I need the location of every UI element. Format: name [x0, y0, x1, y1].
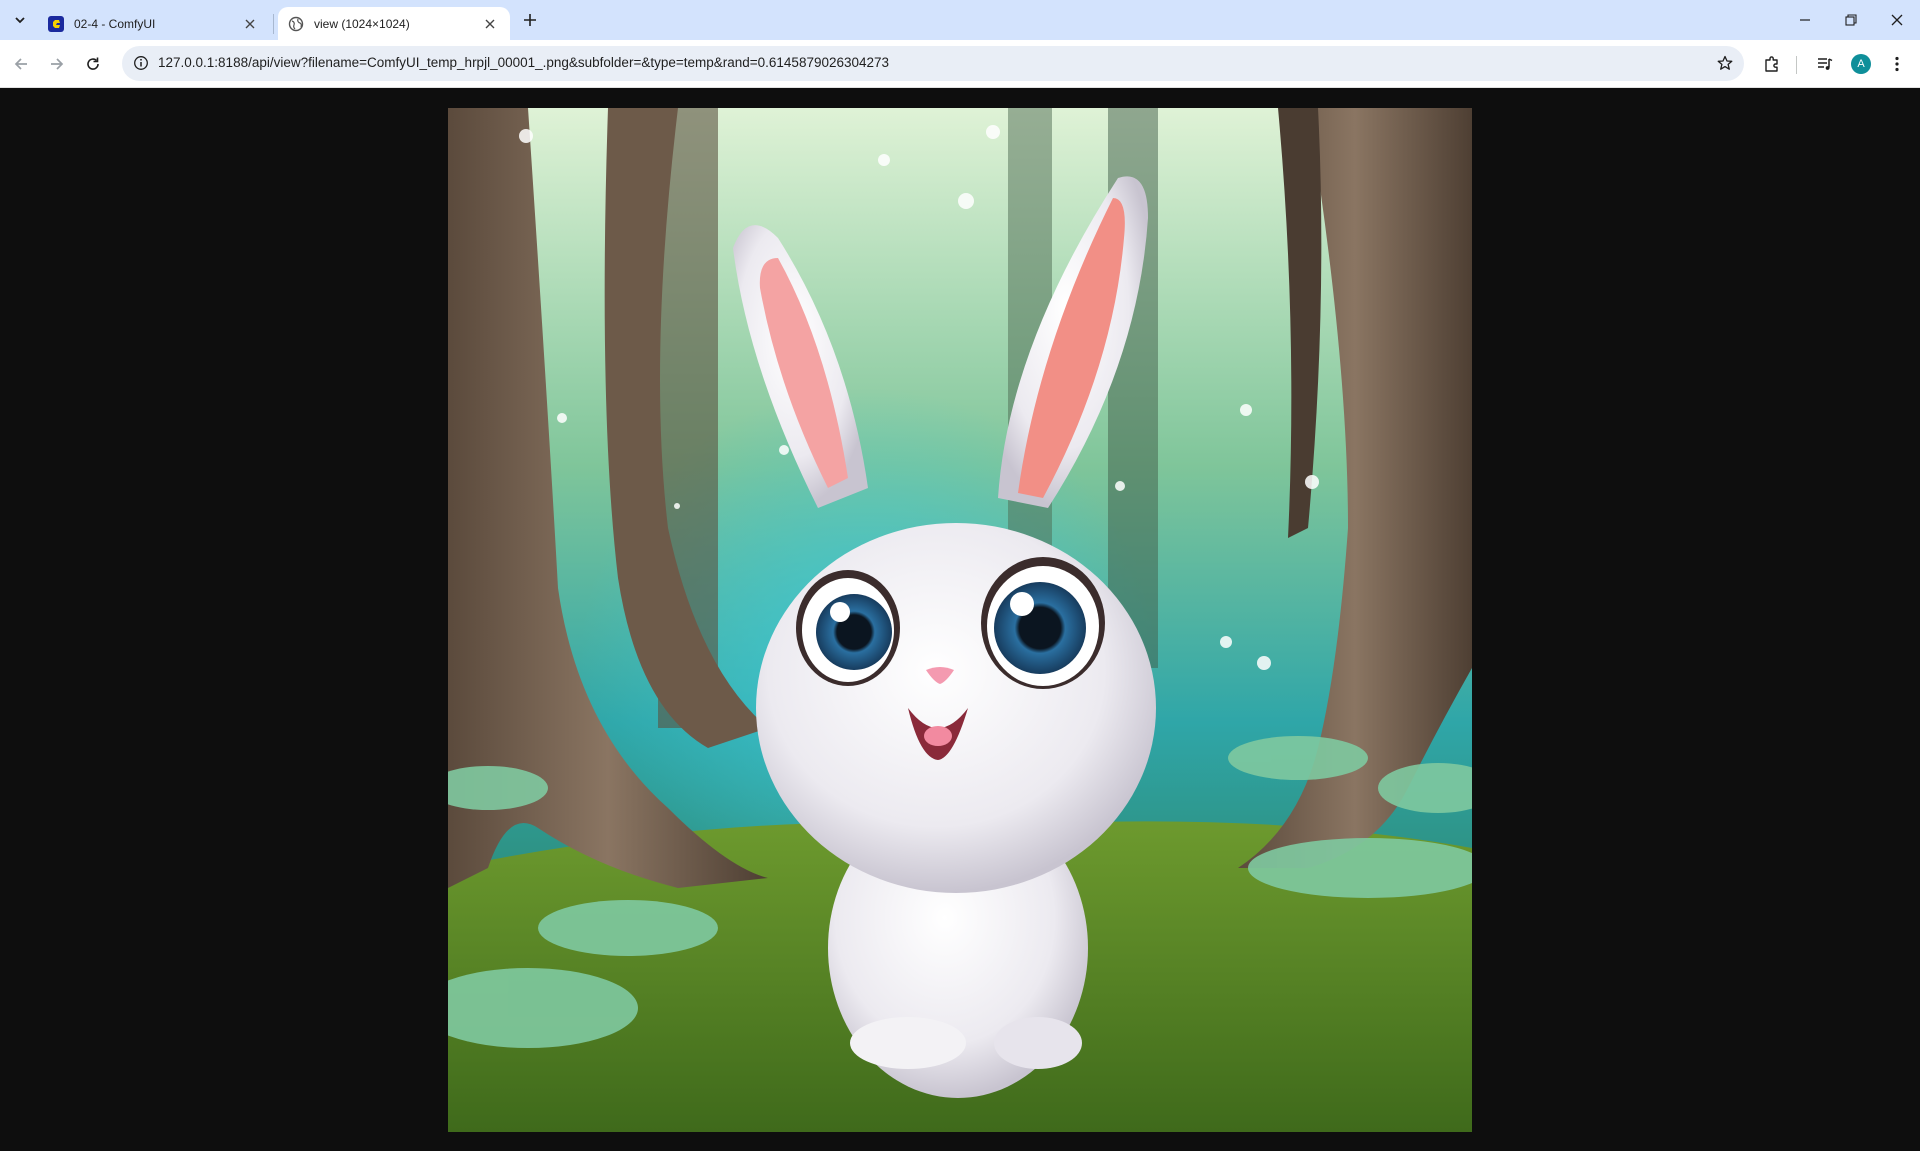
minimize-icon[interactable] — [1782, 0, 1828, 40]
tab-title: view (1024×1024) — [314, 16, 410, 31]
address-bar[interactable]: 127.0.0.1:8188/api/view?filename=ComfyUI… — [122, 46, 1744, 81]
tab-comfyui[interactable]: 02-4 - ComfyUI — [38, 7, 270, 40]
comfyui-logo-icon — [48, 15, 64, 32]
back-arrow-icon[interactable] — [5, 48, 37, 80]
tab-strip: 02-4 - ComfyUI view (1024×1024) — [0, 0, 1920, 40]
new-tab-plus-icon[interactable] — [518, 8, 542, 32]
tab-separator — [273, 14, 274, 34]
reload-icon[interactable] — [77, 48, 109, 80]
globe-icon — [288, 16, 304, 31]
bunny-forest-picture — [448, 108, 1472, 1132]
more-menu-kebab-icon[interactable] — [1881, 48, 1913, 80]
tab-search-chevron-down-icon[interactable] — [6, 6, 34, 34]
site-info-icon[interactable] — [128, 50, 154, 76]
close-window-icon[interactable] — [1874, 0, 1920, 40]
viewed-image — [448, 108, 1472, 1132]
avatar: A — [1851, 54, 1871, 74]
profile-avatar[interactable]: A — [1845, 48, 1877, 80]
close-tab-icon[interactable] — [240, 14, 260, 34]
tab-view-image[interactable]: view (1024×1024) — [278, 7, 510, 40]
url-text[interactable]: 127.0.0.1:8188/api/view?filename=ComfyUI… — [158, 55, 889, 70]
browser-toolbar: 127.0.0.1:8188/api/view?filename=ComfyUI… — [0, 40, 1920, 88]
forward-arrow-icon[interactable] — [41, 48, 73, 80]
toolbar-separator — [1796, 56, 1797, 74]
tab-title: 02-4 - ComfyUI — [74, 16, 156, 31]
media-controls-icon[interactable] — [1809, 48, 1841, 80]
extensions-puzzle-icon[interactable] — [1756, 48, 1788, 80]
bookmark-star-icon[interactable] — [1712, 50, 1738, 76]
restore-icon[interactable] — [1828, 0, 1874, 40]
close-tab-icon[interactable] — [480, 14, 500, 34]
